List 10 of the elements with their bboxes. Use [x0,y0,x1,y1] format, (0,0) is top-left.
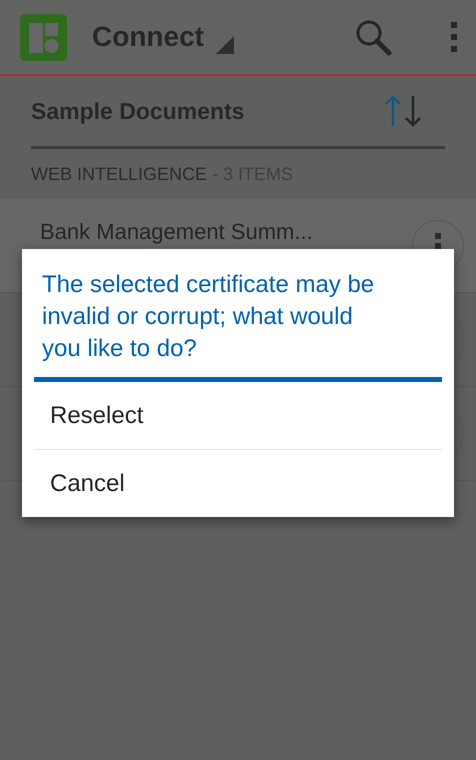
app-logo-icon [20,14,67,60]
dialog-option[interactable]: Reselect [22,382,454,449]
sort-icon[interactable] [383,94,423,128]
search-icon[interactable] [354,18,392,56]
section-title: Sample Documents [31,98,244,124]
more-icon [435,232,441,248]
dropdown-triangle-icon[interactable] [216,36,234,54]
document-title: Bank Management Summ... [40,218,314,244]
dialog-option[interactable]: Cancel [22,450,454,517]
more-icon[interactable] [450,22,458,52]
